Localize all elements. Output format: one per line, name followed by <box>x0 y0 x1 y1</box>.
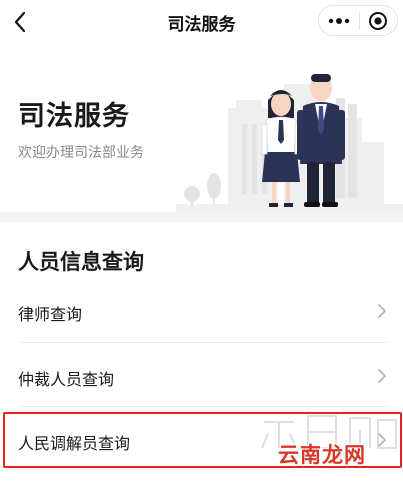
banner-title: 司法服务 <box>18 101 130 132</box>
chevron-right-icon <box>378 304 386 318</box>
back-button[interactable] <box>4 6 36 38</box>
chevron-right-icon <box>378 433 386 447</box>
close-mini-program-button[interactable] <box>359 6 397 35</box>
list-item-label: 人民调解员查询 <box>18 434 131 453</box>
banner-subtitle: 欢迎办理司法部业务 <box>18 145 144 161</box>
section-separator <box>0 212 403 222</box>
mini-program-capsule <box>318 5 398 36</box>
chevron-left-icon <box>14 11 26 33</box>
section-title: 人员信息查询 <box>18 250 144 274</box>
list-item-arbitrator-query[interactable]: 仲裁人员查询 <box>0 347 403 405</box>
more-dots-icon <box>328 17 349 24</box>
more-button[interactable] <box>319 6 359 35</box>
navigation-bar: 司法服务 <box>0 0 403 44</box>
banner-illustration <box>176 74 403 212</box>
list-item-label: 仲裁人员查询 <box>18 370 115 389</box>
target-close-icon <box>369 11 388 30</box>
list-divider <box>18 406 389 407</box>
list-divider <box>18 342 389 343</box>
chevron-right-icon <box>378 369 386 383</box>
list-item-lawyer-query[interactable]: 律师查询 <box>0 282 403 340</box>
list-item-mediator-query[interactable]: 人民调解员查询 <box>0 411 403 469</box>
service-banner: 司法服务 欢迎办理司法部业务 <box>0 44 403 212</box>
list-item-label: 律师查询 <box>18 305 83 324</box>
